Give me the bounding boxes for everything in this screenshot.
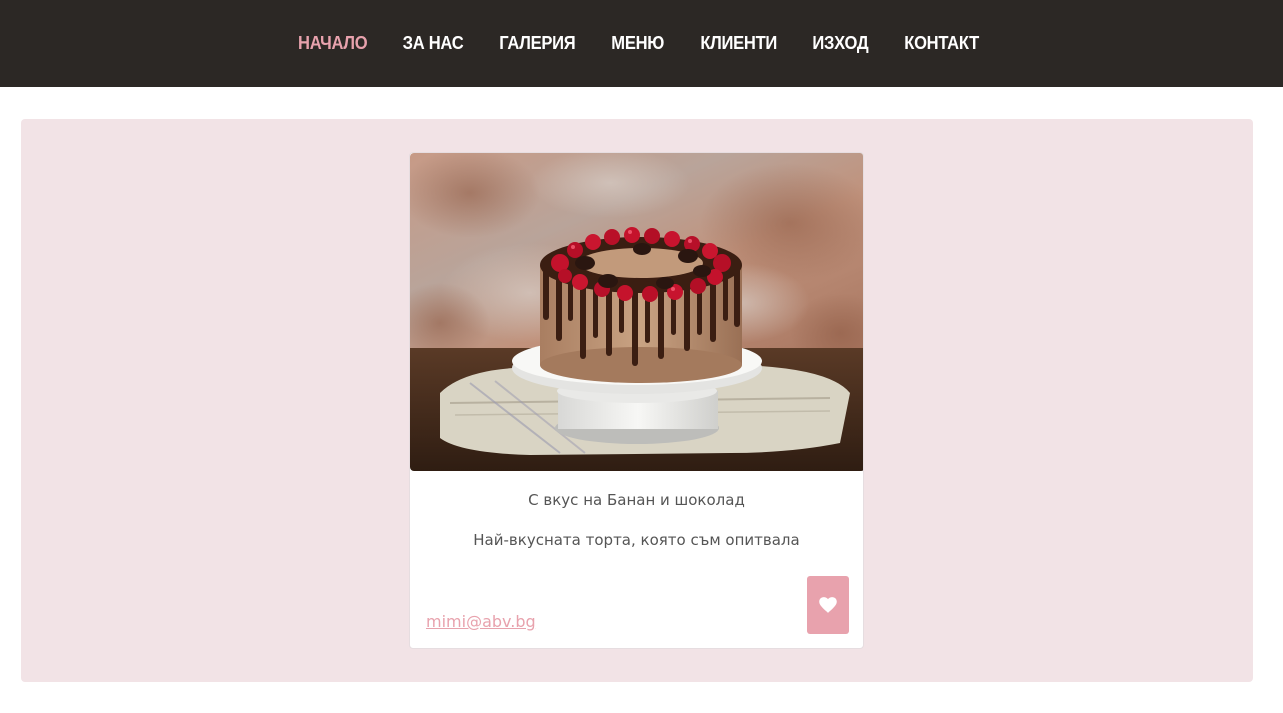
like-button[interactable] bbox=[807, 576, 849, 634]
nav-item-contact[interactable]: КОНТАКТ bbox=[890, 0, 992, 87]
top-navbar: НАЧАЛО ЗА НАС ГАЛЕРИЯ МЕНЮ КЛИЕНТИ ИЗХОД… bbox=[0, 0, 1283, 87]
card-description: Най-вкусната торта, която съм опитвала bbox=[473, 531, 800, 549]
author-email-link[interactable]: mimi@abv.bg bbox=[426, 612, 536, 631]
nav-menu: НАЧАЛО ЗА НАС ГАЛЕРИЯ МЕНЮ КЛИЕНТИ ИЗХОД… bbox=[280, 0, 997, 87]
cake-card: С вкус на Банан и шоколад Най-вкусната т… bbox=[409, 152, 864, 649]
nav-item-menu[interactable]: МЕНЮ bbox=[598, 0, 678, 87]
nav-item-about[interactable]: ЗА НАС bbox=[389, 0, 477, 87]
nav-item-logout[interactable]: ИЗХОД bbox=[799, 0, 883, 87]
nav-item-home[interactable]: НАЧАЛО bbox=[284, 0, 381, 87]
nav-item-clients[interactable]: КЛИЕНТИ bbox=[686, 0, 790, 87]
cake-image bbox=[410, 153, 863, 471]
nav-item-gallery[interactable]: ГАЛЕРИЯ bbox=[486, 0, 590, 87]
heart-icon bbox=[819, 597, 837, 613]
card-title: С вкус на Банан и шоколад bbox=[528, 491, 745, 509]
